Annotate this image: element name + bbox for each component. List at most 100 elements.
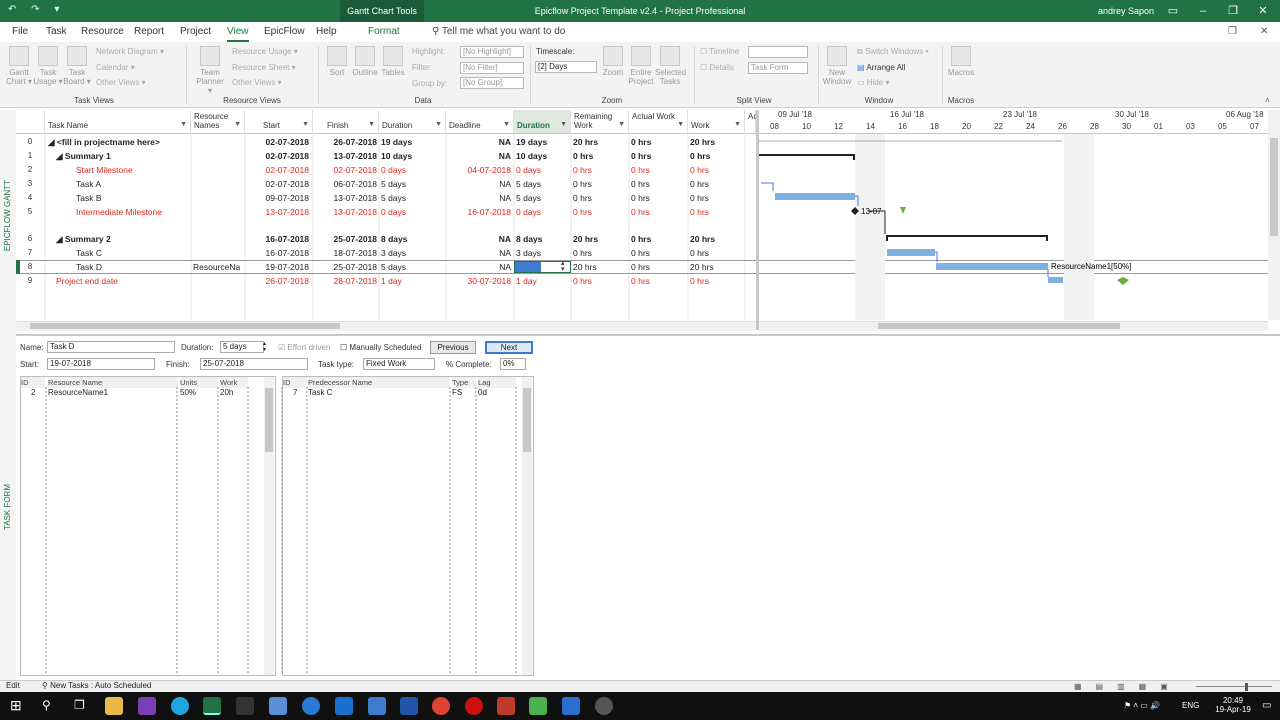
cell-work[interactable]: 20 hrs	[690, 234, 744, 244]
cell-rem[interactable]: 0 hrs	[573, 179, 627, 189]
cell-dur[interactable]: 3 days	[381, 248, 443, 258]
cell-deadline[interactable]: NA	[448, 137, 511, 147]
row-id[interactable]: 1	[20, 151, 40, 160]
column-header-finish[interactable]: Finish ▼	[313, 110, 379, 134]
cell-rem[interactable]: 20 hrs	[573, 262, 627, 272]
tab-epicflow[interactable]: EpicFlow	[264, 22, 305, 42]
cell-act[interactable]: 0 hrs	[631, 276, 685, 286]
zoom-button[interactable]: Zoom	[598, 46, 628, 77]
summary-2-bar[interactable]	[886, 235, 1048, 237]
tell-me-search[interactable]: ⚲ Tell me what you want to do	[432, 22, 565, 42]
row-id[interactable]: 4	[20, 193, 40, 202]
cell-work[interactable]: 20 hrs	[690, 262, 744, 272]
app-icon[interactable]	[368, 697, 386, 715]
filter-dropdown[interactable]: [No Filter]	[460, 62, 524, 74]
windows-start-icon[interactable]: ⊞	[10, 697, 22, 714]
chevron-down-icon[interactable]: ▼	[560, 120, 567, 129]
tab-task[interactable]: Task	[46, 22, 67, 42]
notifications-icon[interactable]: ▭	[1262, 700, 1271, 711]
tab-project[interactable]: Project	[180, 22, 211, 42]
gantt-scroll-thumb[interactable]	[878, 323, 1120, 329]
cell-name[interactable]: Task D	[76, 262, 188, 272]
cell-dur2[interactable]: 1 day	[516, 276, 568, 286]
cell-finish[interactable]: 06-07-2018	[315, 179, 377, 189]
zoom-slider[interactable]	[1196, 686, 1272, 687]
resource-usage-button[interactable]: Resource Usage ▾	[232, 47, 298, 56]
cell-name[interactable]: ◢ Summary 2	[56, 234, 188, 245]
cell-finish[interactable]: 18-07-2018	[315, 248, 377, 258]
row-id[interactable]: 2	[20, 165, 40, 174]
manually-scheduled-checkbox[interactable]: ☐ Manually Scheduled	[340, 343, 421, 352]
quick-access-toolbar[interactable]: ↶ ↷ ▾	[8, 4, 65, 15]
cell-name[interactable]: Intermediate Milestone	[76, 207, 188, 217]
user-name[interactable]: andrey Sapon	[1098, 0, 1154, 22]
cell-act[interactable]: 0 hrs	[631, 165, 685, 175]
cell-name[interactable]: ◢ Summary 1	[56, 151, 188, 162]
view-splitter[interactable]	[16, 334, 1280, 336]
column-header-deadline[interactable]: Deadline ▼	[446, 110, 514, 134]
cell-name[interactable]: Project end date	[56, 276, 188, 286]
cell-work[interactable]: 0 hrs	[690, 276, 744, 286]
tab-help[interactable]: Help	[316, 22, 337, 42]
chevron-down-icon[interactable]: ▼	[503, 120, 510, 129]
tab-format[interactable]: Format	[368, 22, 400, 42]
cell-act[interactable]: 0 hrs	[631, 248, 685, 258]
cell-dur[interactable]: 0 days	[381, 207, 443, 217]
cell-dur[interactable]: 8 days	[381, 234, 443, 244]
cell-deadline[interactable]: NA	[448, 248, 511, 258]
app-icon[interactable]	[400, 697, 418, 715]
ribbon-display-icon[interactable]: ▭	[1158, 0, 1188, 22]
cell-start[interactable]: 02-07-2018	[247, 151, 309, 161]
task-view-icon[interactable]: ❐	[74, 698, 85, 712]
app-icon[interactable]	[138, 697, 156, 715]
chevron-down-icon[interactable]: ▼	[234, 120, 241, 129]
opera-icon[interactable]	[465, 697, 483, 715]
column-header-start[interactable]: Start ▼	[245, 110, 313, 134]
cell-dur2[interactable]: 0 days	[516, 207, 568, 217]
new-tasks-status[interactable]: ⚲ New Tasks : Auto Scheduled	[42, 681, 151, 690]
new-window-button[interactable]: New Window	[822, 46, 852, 86]
cell-finish[interactable]: 13-07-2018	[315, 193, 377, 203]
previous-button[interactable]: Previous	[430, 341, 476, 354]
search-icon[interactable]: ⚲	[42, 698, 51, 712]
gantt-vertical-scroll-thumb[interactable]	[1270, 138, 1278, 236]
column-header-work[interactable]: Work ▼	[688, 110, 745, 134]
row-id[interactable]: 5	[20, 207, 40, 216]
selected-tasks-button[interactable]: Selected Tasks	[655, 46, 686, 86]
cell-deadline[interactable]: NA	[448, 234, 511, 244]
tray-icons[interactable]: ⚑ ˄ ▭ 🔊	[1124, 692, 1160, 720]
task-d-bar[interactable]	[936, 263, 1048, 270]
restore-icon[interactable]: ❐	[1218, 0, 1248, 22]
row-id[interactable]: 7	[20, 248, 40, 257]
percent-complete-field[interactable]: 0%	[500, 358, 526, 370]
highlight-dropdown[interactable]: [No Highlight]	[460, 46, 524, 58]
cell-finish[interactable]: 26-07-2018	[315, 137, 377, 147]
cell-start[interactable]: 16-07-2018	[247, 248, 309, 258]
other-resource-views-button[interactable]: Other Views ▾	[232, 78, 282, 87]
app-icon[interactable]	[269, 697, 287, 715]
cell-rem[interactable]: 20 hrs	[573, 234, 627, 244]
cell-dur[interactable]: 1 day	[381, 276, 443, 286]
cell-dur2[interactable]: 5 days	[516, 193, 568, 203]
task-name-field[interactable]: Task D	[47, 341, 175, 353]
cell-dur2[interactable]: 5 days	[516, 179, 568, 189]
cell-start[interactable]: 13-07-2018	[247, 207, 309, 217]
cell-name[interactable]: Task C	[76, 248, 188, 258]
close-icon[interactable]: ✕	[1248, 0, 1278, 22]
tab-report[interactable]: Report	[134, 22, 164, 42]
cell-name[interactable]: Task A	[76, 179, 188, 189]
cell-dur[interactable]: 5 days	[381, 262, 443, 272]
tab-file[interactable]: File	[12, 22, 28, 42]
chevron-down-icon[interactable]: ▼	[435, 120, 442, 129]
cell-work[interactable]: 0 hrs	[690, 207, 744, 217]
cell-act[interactable]: 0 hrs	[631, 151, 685, 161]
cell-deadline[interactable]: NA	[448, 179, 511, 189]
app-icon[interactable]	[529, 697, 547, 715]
effort-driven-checkbox[interactable]: ☑ Effort driven	[278, 343, 330, 352]
team-planner-button[interactable]: Team Planner ▾	[195, 46, 225, 95]
cell-res[interactable]: ResourceNa	[193, 262, 243, 272]
cell-finish[interactable]: 02-07-2018	[315, 165, 377, 175]
chrome-icon[interactable]	[432, 697, 450, 715]
tab-view[interactable]: View	[227, 22, 249, 42]
view-shortcuts[interactable]: ▦▤▥▦▣	[1074, 682, 1182, 691]
